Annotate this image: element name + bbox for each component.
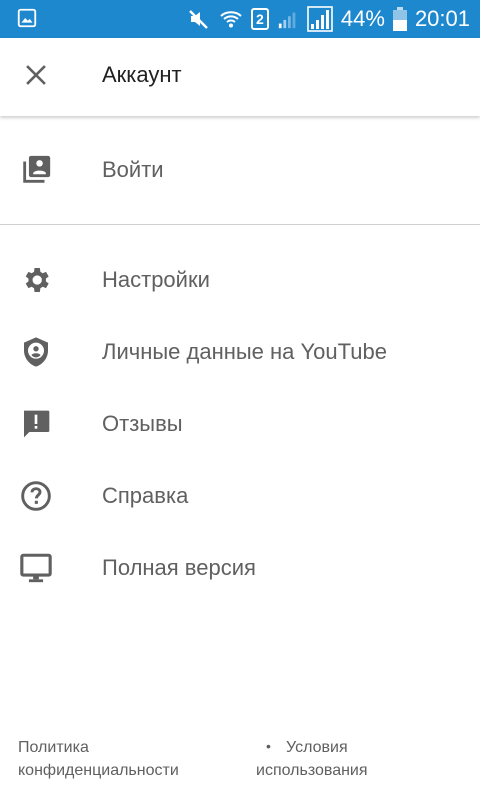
- gear-icon: [16, 260, 56, 300]
- signal-icon: [277, 8, 299, 30]
- menu-item-label: Отзывы: [102, 411, 183, 436]
- menu-item-help[interactable]: Справка: [0, 460, 480, 532]
- terms-of-service-link[interactable]: Условия использования: [256, 736, 368, 782]
- status-bar: 2 44% 20:01: [0, 0, 480, 38]
- close-icon: [24, 63, 48, 92]
- mute-icon: [187, 7, 211, 31]
- menu-item-feedback[interactable]: Отзывы: [0, 388, 480, 460]
- page-title: Аккаунт: [102, 62, 182, 87]
- battery-icon: [392, 7, 407, 31]
- account-box-icon: [16, 150, 56, 190]
- clock: 20:01: [414, 6, 470, 31]
- signal-sim2-icon: [307, 6, 333, 32]
- privacy-policy-link[interactable]: Политика конфиденциальности: [18, 736, 179, 782]
- gallery-notification-icon: [16, 7, 38, 34]
- privacy-policy-line2: конфиденциальности: [18, 762, 179, 779]
- menu-item-desktop-version[interactable]: Полная версия: [0, 532, 480, 604]
- sim-slot-badge: 2: [250, 8, 269, 30]
- divider: [0, 224, 480, 225]
- privacy-shield-icon: [16, 332, 56, 372]
- help-icon: [16, 476, 56, 516]
- feedback-icon: [16, 404, 56, 444]
- menu-item-sign-in[interactable]: Войти: [0, 134, 480, 206]
- wifi-icon: [219, 7, 243, 31]
- privacy-policy-line1: Политика: [18, 739, 89, 756]
- top-app-bar: Аккаунт: [0, 38, 480, 116]
- terms-line1: Условия: [286, 739, 348, 756]
- menu-item-label: Справка: [102, 483, 189, 508]
- close-button[interactable]: [14, 55, 58, 99]
- battery-percent: 44%: [340, 6, 385, 31]
- terms-line2: использования: [256, 762, 368, 779]
- menu-item-your-data[interactable]: Личные данные на YouTube: [0, 316, 480, 388]
- menu-item-label: Полная версия: [102, 555, 256, 580]
- menu-item-label: Личные данные на YouTube: [102, 339, 387, 364]
- menu-item-label: Настройки: [102, 267, 210, 292]
- menu-item-label: Войти: [102, 157, 164, 182]
- desktop-icon: [16, 548, 56, 588]
- menu-item-settings[interactable]: Настройки: [0, 244, 480, 316]
